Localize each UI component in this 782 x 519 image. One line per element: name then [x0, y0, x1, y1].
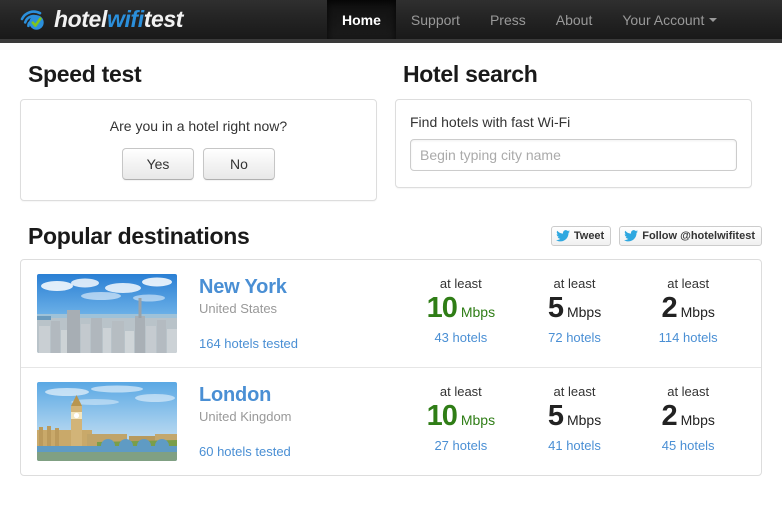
popular-destinations-header: Popular destinations Tweet Follow @hotel…: [20, 223, 762, 250]
speed-value: 2: [661, 292, 677, 324]
at-least-label: at least: [667, 276, 710, 291]
speed-unit: Mbps: [566, 304, 602, 320]
nav-item-press[interactable]: Press: [475, 0, 541, 39]
hotel-count-link[interactable]: 41 hotels: [548, 438, 601, 453]
speed-value-line: 5 Mbps: [518, 292, 632, 325]
speed-tier-2: at least 2 Mbps 114 hotels: [631, 276, 745, 347]
speed-tiers: at least 10 Mbps 43 hotels at least 5 Mb…: [404, 274, 745, 347]
page-container: Speed test Are you in a hotel right now?…: [0, 40, 782, 476]
hotels-tested-link[interactable]: 60 hotels tested: [199, 444, 291, 459]
speed-value: 10: [426, 292, 458, 324]
at-least-label: at least: [553, 384, 596, 399]
main-nav: Home Support Press About Your Account: [327, 0, 732, 39]
hotel-count-link[interactable]: 27 hotels: [434, 438, 487, 453]
destination-info: London United Kingdom 60 hotels tested: [199, 382, 404, 461]
at-least-label: at least: [439, 276, 482, 291]
speed-unit: Mbps: [460, 412, 496, 428]
country-label: United Kingdom: [199, 409, 292, 424]
speed-unit: Mbps: [566, 412, 602, 428]
follow-button[interactable]: Follow @hotelwifitest: [619, 226, 762, 246]
speed-tier-5: at least 5 Mbps 72 hotels: [518, 276, 632, 347]
hotel-count-link[interactable]: 114 hotels: [659, 330, 718, 345]
new-york-skyline-photo[interactable]: [37, 274, 177, 353]
speed-tier-5: at least 5 Mbps 41 hotels: [518, 384, 632, 455]
speed-test-column: Speed test Are you in a hotel right now?…: [20, 40, 377, 201]
speed-test-question: Are you in a hotel right now?: [109, 118, 288, 134]
city-link-london[interactable]: London: [199, 384, 404, 407]
nav-item-support[interactable]: Support: [396, 0, 475, 39]
table-row[interactable]: London United Kingdom 60 hotels tested a…: [21, 367, 761, 475]
top-navbar: hotelwifitest Home Support Press About Y…: [0, 0, 782, 43]
chevron-down-icon: [709, 17, 718, 22]
speed-value-line: 5 Mbps: [518, 400, 632, 433]
speed-tier-2: at least 2 Mbps 45 hotels: [631, 384, 745, 455]
popular-destinations-title: Popular destinations: [28, 223, 250, 249]
brand-part-hotel: hotel: [54, 6, 107, 32]
nav-item-about-label: About: [555, 11, 593, 28]
speed-value-line: 10 Mbps: [404, 292, 518, 325]
yes-button[interactable]: Yes: [122, 148, 194, 180]
hotel-count-link[interactable]: 72 hotels: [548, 330, 601, 345]
no-button[interactable]: No: [203, 148, 275, 180]
speed-tier-10: at least 10 Mbps 27 hotels: [404, 384, 518, 455]
speed-test-buttons: Yes No: [35, 148, 362, 180]
hotel-search-label: Find hotels with fast Wi-Fi: [410, 114, 571, 130]
speed-unit: Mbps: [460, 304, 496, 320]
wifi-check-icon: [20, 9, 46, 31]
speed-unit: Mbps: [680, 412, 715, 428]
hotel-search-panel: Find hotels with fast Wi-Fi: [395, 99, 752, 188]
hotel-count-link[interactable]: 43 hotels: [434, 330, 487, 345]
speed-test-panel: Are you in a hotel right now? Yes No: [20, 99, 377, 201]
brand-part-wifi: wifi: [106, 6, 144, 32]
brand-part-test: test: [143, 6, 184, 32]
follow-button-label: Follow @hotelwifitest: [642, 230, 755, 242]
tweet-button[interactable]: Tweet: [550, 226, 612, 246]
city-search-input[interactable]: [410, 139, 737, 171]
speed-tier-10: at least 10 Mbps 43 hotels: [404, 276, 518, 347]
table-row[interactable]: New York United States 164 hotels tested…: [21, 260, 761, 367]
speed-value-line: 2 Mbps: [631, 400, 745, 433]
nav-item-your-account[interactable]: Your Account: [607, 0, 732, 39]
top-panels-row: Speed test Are you in a hotel right now?…: [20, 40, 762, 201]
london-big-ben-photo[interactable]: [37, 382, 177, 461]
twitter-bird-icon: [555, 230, 570, 242]
nav-item-home-label: Home: [342, 11, 381, 28]
hotels-tested-link[interactable]: 164 hotels tested: [199, 336, 298, 351]
twitter-bird-icon: [624, 230, 639, 242]
at-least-label: at least: [439, 384, 482, 399]
nav-item-support-label: Support: [410, 11, 460, 28]
speed-value-line: 2 Mbps: [631, 292, 745, 325]
at-least-label: at least: [667, 384, 710, 399]
brand-logo[interactable]: hotelwifitest: [0, 0, 197, 39]
speed-value: 5: [547, 292, 564, 324]
speed-value: 5: [547, 400, 564, 432]
speed-unit: Mbps: [680, 304, 715, 320]
city-link-new-york[interactable]: New York: [199, 276, 404, 299]
hotel-count-link[interactable]: 45 hotels: [662, 438, 715, 453]
nav-item-about[interactable]: About: [541, 0, 608, 39]
nav-item-your-account-label: Your Account: [622, 11, 705, 28]
hotel-search-title: Hotel search: [403, 61, 538, 87]
speed-value: 10: [426, 400, 458, 432]
nav-item-press-label: Press: [489, 11, 526, 28]
at-least-label: at least: [553, 276, 596, 291]
speed-test-title: Speed test: [28, 61, 142, 87]
nav-item-home[interactable]: Home: [327, 0, 396, 39]
brand-wordmark: hotelwifitest: [54, 6, 183, 33]
speed-value: 2: [661, 400, 677, 432]
social-buttons: Tweet Follow @hotelwifitest: [550, 226, 762, 250]
speed-value-line: 10 Mbps: [404, 400, 518, 433]
popular-destinations-panel: New York United States 164 hotels tested…: [20, 259, 762, 476]
tweet-button-label: Tweet: [573, 230, 605, 242]
speed-tiers: at least 10 Mbps 27 hotels at least 5 Mb…: [404, 382, 745, 455]
destination-info: New York United States 164 hotels tested: [199, 274, 404, 353]
hotel-search-column: Hotel search Find hotels with fast Wi-Fi: [395, 40, 752, 201]
country-label: United States: [199, 301, 278, 316]
